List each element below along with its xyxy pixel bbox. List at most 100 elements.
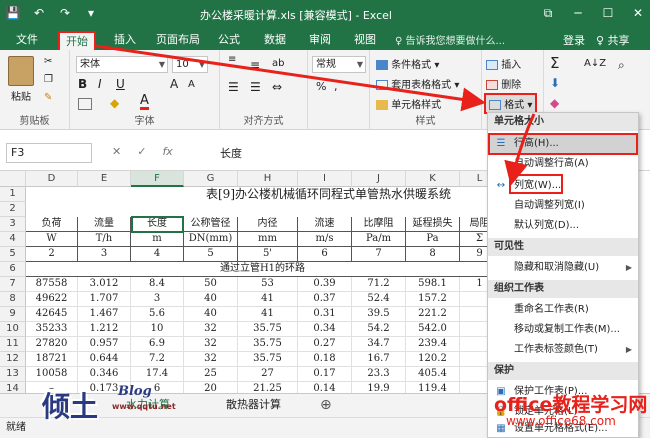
- cell[interactable]: 119.4: [406, 382, 460, 393]
- format-painter-icon[interactable]: ✎: [44, 92, 62, 106]
- cell[interactable]: 0.18: [298, 352, 352, 367]
- cell[interactable]: m/s: [298, 232, 352, 247]
- cell[interactable]: Pa: [406, 232, 460, 247]
- column-header-E[interactable]: E: [78, 171, 131, 187]
- cell[interactable]: 1.212: [78, 322, 131, 337]
- formula-input[interactable]: 长度: [220, 145, 242, 161]
- row-header-9[interactable]: 9: [0, 307, 26, 322]
- tab-review[interactable]: 审阅: [303, 31, 337, 50]
- name-box[interactable]: F3: [6, 143, 92, 163]
- cell[interactable]: 542.0: [406, 322, 460, 337]
- cell[interactable]: 5.6: [131, 307, 184, 322]
- cell[interactable]: 10058: [26, 367, 78, 382]
- number-format-select[interactable]: 常规 ▼: [312, 56, 366, 73]
- fill-color-icon[interactable]: ◆: [110, 96, 119, 110]
- column-header-K[interactable]: K: [406, 171, 460, 187]
- conditional-format-button[interactable]: 条件格式 ▾: [376, 56, 439, 71]
- tab-file[interactable]: 文件: [10, 31, 44, 50]
- customize-qat-icon[interactable]: ▾: [82, 4, 100, 22]
- cell[interactable]: 221.2: [406, 307, 460, 322]
- cell[interactable]: 40: [184, 307, 238, 322]
- column-header-G[interactable]: G: [184, 171, 238, 187]
- italic-button[interactable]: I: [98, 77, 102, 91]
- row-header-5[interactable]: 5: [0, 247, 26, 262]
- find-select-icon[interactable]: ⌕: [618, 58, 625, 73]
- cell[interactable]: 0.346: [78, 367, 131, 382]
- row-header-6[interactable]: 6: [0, 262, 26, 277]
- cell[interactable]: 3: [78, 247, 131, 262]
- autosum-button[interactable]: Σ: [550, 54, 559, 72]
- cell[interactable]: 35.75: [238, 352, 298, 367]
- comma-style-button[interactable]: ,: [334, 80, 338, 93]
- cell-styles-button[interactable]: 单元格样式: [376, 96, 441, 111]
- cell[interactable]: 0.644: [78, 352, 131, 367]
- align-middle-icon[interactable]: ≡: [250, 58, 260, 72]
- cell[interactable]: 20: [184, 382, 238, 393]
- cancel-icon[interactable]: ✕: [112, 145, 121, 158]
- cell[interactable]: 公称管径: [184, 217, 238, 232]
- cell[interactable]: 598.1: [406, 277, 460, 292]
- insert-function-icon[interactable]: fx: [162, 145, 172, 158]
- cell[interactable]: Pa/m: [352, 232, 406, 247]
- cell[interactable]: 0.31: [298, 307, 352, 322]
- column-header-I[interactable]: I: [298, 171, 352, 187]
- maximize-icon[interactable]: ☐: [600, 4, 616, 22]
- row-header-12[interactable]: 12: [0, 352, 26, 367]
- cell[interactable]: 6.9: [131, 337, 184, 352]
- column-header-H[interactable]: H: [238, 171, 298, 187]
- menu-item-default-width[interactable]: 默认列宽(D)...: [488, 216, 638, 236]
- cell[interactable]: 8.4: [131, 277, 184, 292]
- cell[interactable]: 53: [238, 277, 298, 292]
- clear-icon[interactable]: ◆: [550, 96, 559, 110]
- cell[interactable]: 19.9: [352, 382, 406, 393]
- add-sheet-icon[interactable]: ⊕: [312, 394, 340, 416]
- shrink-font-button[interactable]: A: [188, 79, 195, 90]
- column-header-F[interactable]: F: [131, 171, 184, 187]
- font-size-select[interactable]: 10 ▼: [172, 56, 208, 73]
- cell[interactable]: 17.4: [131, 367, 184, 382]
- row-header-3[interactable]: 3: [0, 217, 26, 232]
- cell[interactable]: 25: [184, 367, 238, 382]
- cut-icon[interactable]: ✂: [44, 56, 62, 70]
- menu-item-autofit-row[interactable]: 自动调整行高(A): [488, 154, 638, 174]
- wrap-text-button[interactable]: ab: [272, 58, 284, 69]
- delete-cells-button[interactable]: 删除: [486, 76, 521, 91]
- cell[interactable]: 27: [238, 367, 298, 382]
- cell[interactable]: 0.957: [78, 337, 131, 352]
- copy-icon[interactable]: ❐: [44, 74, 62, 88]
- cell[interactable]: 32: [184, 352, 238, 367]
- cell[interactable]: 比摩阻: [352, 217, 406, 232]
- cell[interactable]: 49622: [26, 292, 78, 307]
- border-icon[interactable]: [78, 98, 92, 110]
- select-all-corner[interactable]: [0, 171, 26, 187]
- menu-item-tab-color[interactable]: 工作表标签颜色(T) ▶: [488, 340, 638, 360]
- cell[interactable]: m: [131, 232, 184, 247]
- cell[interactable]: 54.2: [352, 322, 406, 337]
- align-left-icon[interactable]: ☰: [228, 80, 239, 94]
- cell[interactable]: 5: [184, 247, 238, 262]
- cell[interactable]: 16.7: [352, 352, 406, 367]
- cell[interactable]: 41: [238, 292, 298, 307]
- redo-icon[interactable]: ↷: [56, 4, 74, 22]
- cell[interactable]: 4: [131, 247, 184, 262]
- cell[interactable]: T/h: [78, 232, 131, 247]
- cell[interactable]: 7.2: [131, 352, 184, 367]
- sheet-tab-radiator[interactable]: 散热器计算: [218, 394, 289, 416]
- grow-font-button[interactable]: A: [170, 77, 178, 91]
- share-button[interactable]: ♀ 共享: [596, 32, 630, 48]
- cell[interactable]: 50: [184, 277, 238, 292]
- cell[interactable]: 0.17: [298, 367, 352, 382]
- cell[interactable]: 5': [238, 247, 298, 262]
- cell[interactable]: 21.25: [238, 382, 298, 393]
- font-color-button[interactable]: A: [140, 94, 149, 110]
- tab-formulas[interactable]: 公式: [212, 31, 246, 50]
- menu-item-autofit-column[interactable]: 自动调整列宽(I): [488, 196, 638, 216]
- underline-button[interactable]: U: [116, 77, 125, 91]
- cell[interactable]: 8: [406, 247, 460, 262]
- cell[interactable]: 42645: [26, 307, 78, 322]
- cell[interactable]: 405.4: [406, 367, 460, 382]
- row-header-2[interactable]: 2: [0, 202, 26, 217]
- undo-icon[interactable]: ↶: [30, 4, 48, 22]
- cell[interactable]: 流速: [298, 217, 352, 232]
- row-header-11[interactable]: 11: [0, 337, 26, 352]
